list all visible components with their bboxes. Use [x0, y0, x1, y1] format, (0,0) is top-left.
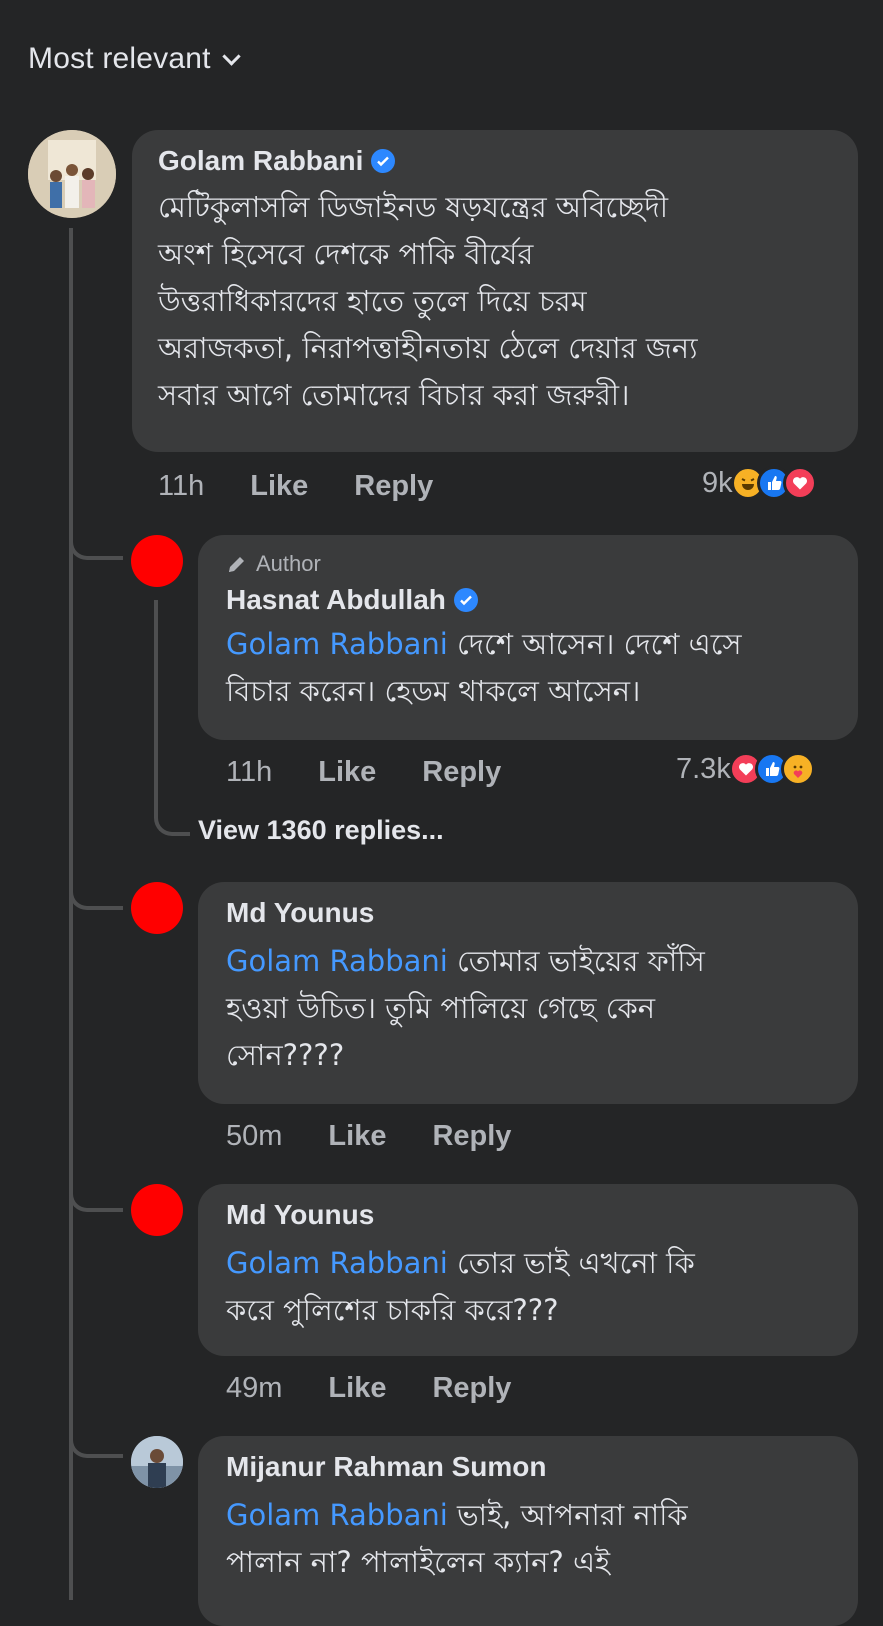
mention-link[interactable]: Golam Rabbani — [226, 1498, 448, 1532]
text-line: পালান না? পালাইলেন ক্যান? এই — [226, 1545, 611, 1579]
reply-bubble: Mijanur Rahman Sumon Golam Rabbani ভাই, … — [198, 1436, 858, 1626]
text-line: Golam Rabbani তোমার ভাইয়ের ফাঁসি — [226, 938, 832, 985]
reaction-summary[interactable]: 9k — [702, 466, 817, 500]
text-line: সোন???? — [226, 1038, 345, 1072]
mention-link[interactable]: Golam Rabbani — [226, 944, 448, 978]
reply-text: Golam Rabbani দেশে আসেন। দেশে এসে বিচার … — [226, 621, 832, 715]
text-fragment: তোর ভাই এখনো কি — [447, 1246, 695, 1280]
avatar[interactable] — [131, 535, 183, 587]
reply-bubble: Md Younus Golam Rabbani তোমার ভাইয়ের ফা… — [198, 882, 858, 1104]
text-fragment: ভাই, আপনারা নাকি — [447, 1498, 688, 1532]
comment-author[interactable]: Golam Rabbani — [158, 144, 832, 178]
verified-badge-icon — [453, 588, 478, 612]
author-name[interactable]: Golam Rabbani — [158, 144, 363, 178]
text-line: Golam Rabbani তোর ভাই এখনো কি — [226, 1240, 832, 1287]
text-line: মেটিকুলাসলি ডিজাইনড ষড়যন্ত্রের অবিচ্ছেদ… — [158, 190, 669, 224]
care-reaction-icon — [780, 752, 815, 786]
reply-author[interactable]: Hasnat Abdullah — [226, 583, 832, 617]
text-line: বিচার করেন। হেডম থাকলে আসেন। — [226, 674, 641, 708]
chevron-down-icon — [221, 46, 241, 66]
verified-badge-icon — [371, 149, 396, 173]
text-line: অরাজকতা, নিরাপত্তাহীনতায় ঠেলে দেয়ার জন… — [158, 331, 698, 365]
reply-author[interactable]: Md Younus — [226, 1198, 832, 1232]
timestamp[interactable]: 11h — [158, 470, 204, 503]
connector — [69, 1172, 123, 1212]
timestamp[interactable]: 11h — [226, 756, 272, 789]
timestamp[interactable]: 49m — [226, 1372, 282, 1405]
text-fragment: তোমার ভাইয়ের ফাঁসি — [447, 944, 705, 978]
reply-author[interactable]: Mijanur Rahman Sumon — [226, 1450, 832, 1484]
sort-label: Most relevant — [28, 42, 211, 75]
author-badge: Author — [226, 551, 832, 577]
reply-bubble: Author Hasnat Abdullah Golam Rabbani দেশ… — [198, 535, 858, 740]
reply-author[interactable]: Md Younus — [226, 896, 832, 930]
avatar[interactable] — [28, 130, 116, 218]
connector — [154, 800, 190, 836]
reply-button[interactable]: Reply — [432, 1120, 511, 1153]
mention-link[interactable]: Golam Rabbani — [226, 627, 448, 661]
avatar-photo — [131, 1436, 183, 1488]
text-fragment: দেশে আসেন। দেশে এসে — [447, 627, 742, 661]
reaction-count: 7.3k — [676, 752, 731, 785]
author-badge-label: Author — [256, 551, 321, 576]
avatar[interactable] — [131, 1184, 183, 1236]
text-line: অংশ হিসেবে দেশকে পাকি বীর্যের — [158, 237, 534, 271]
thread-line-main — [69, 228, 73, 1600]
love-reaction-icon — [782, 466, 817, 500]
reply-button[interactable]: Reply — [354, 470, 433, 503]
reaction-count: 9k — [702, 466, 733, 499]
sort-dropdown[interactable]: Most relevant — [28, 42, 241, 76]
reply-actions: 49m Like Reply — [226, 1372, 557, 1405]
like-button[interactable]: Like — [328, 1372, 386, 1405]
reply-button[interactable]: Reply — [422, 756, 501, 789]
reply-button[interactable]: Reply — [432, 1372, 511, 1405]
view-replies-link[interactable]: View 1360 replies... — [198, 815, 444, 846]
avatar[interactable] — [131, 1436, 183, 1488]
reply-text: Golam Rabbani ভাই, আপনারা নাকি পালান না?… — [226, 1492, 832, 1586]
avatar[interactable] — [131, 882, 183, 934]
author-name[interactable]: Hasnat Abdullah — [226, 583, 446, 617]
thread-line-reply-inner — [154, 600, 158, 815]
connector — [69, 870, 123, 910]
text-line: Golam Rabbani দেশে আসেন। দেশে এসে — [226, 621, 832, 668]
mention-link[interactable]: Golam Rabbani — [226, 1246, 448, 1280]
reaction-summary[interactable]: 7.3k — [676, 752, 815, 786]
pencil-icon — [229, 557, 244, 572]
connector — [69, 520, 123, 560]
comment-bubble: Golam Rabbani মেটিকুলাসলি ডিজাইনড ষড়যন্… — [132, 130, 858, 452]
like-button[interactable]: Like — [250, 470, 308, 503]
reply-actions: 11h Like Reply — [226, 756, 547, 789]
like-button[interactable]: Like — [318, 756, 376, 789]
avatar-photo — [28, 130, 116, 218]
reply-text: Golam Rabbani তোমার ভাইয়ের ফাঁসি হওয়া … — [226, 938, 832, 1079]
connector — [69, 1418, 123, 1458]
like-button[interactable]: Like — [328, 1120, 386, 1153]
text-line: সবার আগে তোমাদের বিচার করা জরুরী। — [158, 378, 630, 412]
reply-text: Golam Rabbani তোর ভাই এখনো কি করে পুলিশে… — [226, 1240, 832, 1334]
text-line: করে পুলিশের চাকরি করে??? — [226, 1293, 559, 1327]
timestamp[interactable]: 50m — [226, 1120, 282, 1153]
text-line: হওয়া উচিত। তুমি পালিয়ে গেছে কেন — [226, 991, 656, 1025]
reply-bubble: Md Younus Golam Rabbani তোর ভাই এখনো কি … — [198, 1184, 858, 1356]
comment-actions: 11h Like Reply — [158, 470, 479, 503]
author-name[interactable]: Md Younus — [226, 1198, 374, 1232]
text-line: Golam Rabbani ভাই, আপনারা নাকি — [226, 1492, 832, 1539]
reply-actions: 50m Like Reply — [226, 1120, 557, 1153]
author-name[interactable]: Mijanur Rahman Sumon — [226, 1450, 546, 1484]
comment-text: মেটিকুলাসলি ডিজাইনড ষড়যন্ত্রের অবিচ্ছেদ… — [158, 184, 832, 419]
text-line: উত্তরাধিকারদের হাতে তুলে দিয়ে চরম — [158, 284, 587, 318]
author-name[interactable]: Md Younus — [226, 896, 374, 930]
